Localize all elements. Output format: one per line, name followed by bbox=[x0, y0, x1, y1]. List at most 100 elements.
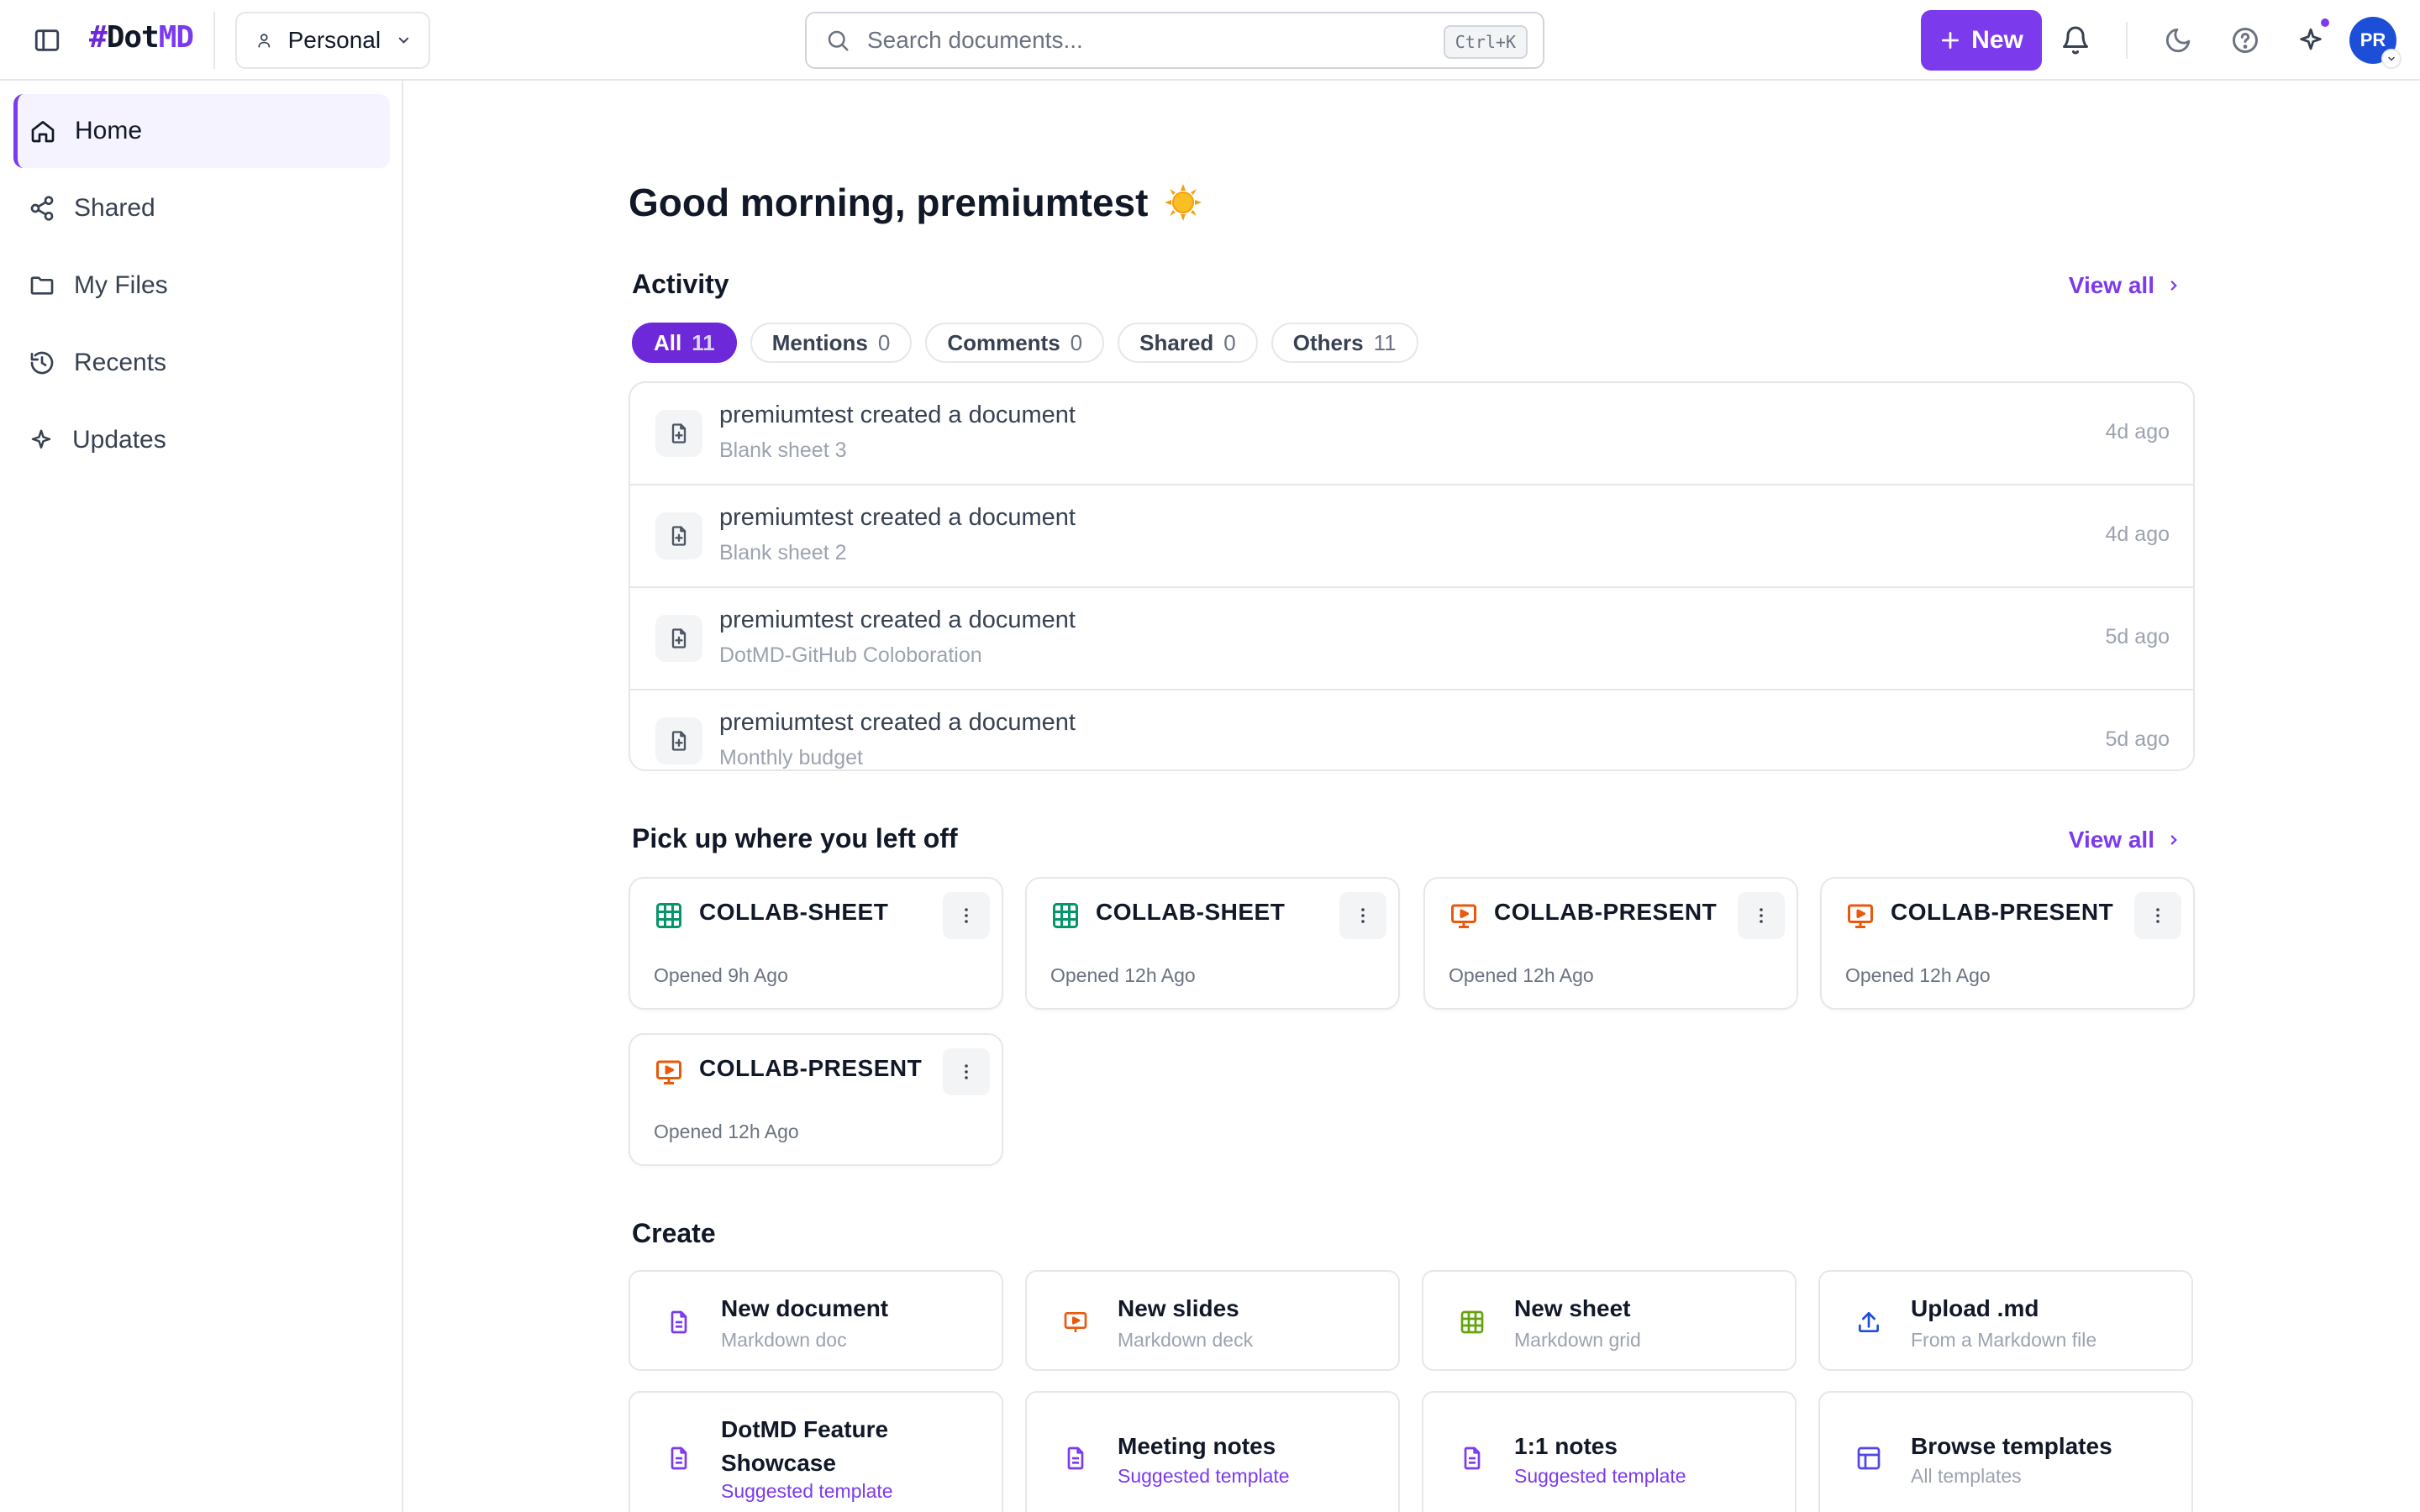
divider bbox=[2126, 22, 2128, 59]
more-options-button[interactable] bbox=[2134, 892, 2181, 939]
search-shortcut-badge: Ctrl+K bbox=[1443, 25, 1528, 59]
search-input[interactable] bbox=[867, 27, 1439, 54]
workspace-switcher[interactable]: Personal bbox=[235, 12, 430, 69]
more-options-button[interactable] bbox=[943, 1048, 990, 1095]
home-icon bbox=[31, 121, 55, 143]
activity-item[interactable]: premiumtest created a document DotMD-Git… bbox=[630, 588, 2193, 690]
activity-doc-name: Blank sheet 2 bbox=[719, 541, 847, 564]
more-vertical-icon bbox=[965, 1064, 968, 1079]
recent-file-opened: Opened 12h Ago bbox=[1845, 964, 1991, 986]
user-icon bbox=[258, 34, 271, 48]
create-card-title: New document bbox=[721, 1295, 889, 1321]
filter-others[interactable]: Others 11 bbox=[1270, 323, 1418, 363]
filter-mentions[interactable]: Mentions 0 bbox=[750, 323, 913, 363]
recent-file-card[interactable]: COLLAB-PRESENT Opened 12h Ago bbox=[629, 1033, 1003, 1166]
bell-icon bbox=[2063, 26, 2088, 55]
sidebar: Home Shared My Files Recents Updates bbox=[0, 81, 403, 1512]
sheet-icon bbox=[656, 903, 681, 928]
filter-all[interactable]: All 11 bbox=[632, 323, 737, 363]
ai-assistant-button[interactable] bbox=[2291, 18, 2331, 60]
browse-templates-button[interactable]: Browse templates All templates bbox=[1818, 1391, 2193, 1512]
create-card-subtitle: From a Markdown file bbox=[1911, 1329, 2097, 1351]
sidebar-item-label: My Files bbox=[74, 271, 168, 299]
filter-comments[interactable]: Comments 0 bbox=[925, 323, 1105, 363]
chevron-right-icon bbox=[2170, 281, 2177, 291]
help-button[interactable] bbox=[2225, 20, 2265, 60]
create-card-title: New slides bbox=[1118, 1295, 1239, 1321]
theme-toggle-button[interactable] bbox=[2158, 20, 2198, 60]
activity-item[interactable]: premiumtest created a document Monthly b… bbox=[630, 690, 2193, 769]
avatar-menu-indicator bbox=[2381, 49, 2402, 69]
folder-icon bbox=[30, 276, 54, 295]
more-options-button[interactable] bbox=[1738, 892, 1785, 939]
more-options-button[interactable] bbox=[1339, 892, 1386, 939]
template-one-on-one-notes-button[interactable]: 1:1 notes Suggested template bbox=[1422, 1391, 1797, 1512]
recent-file-card[interactable]: COLLAB-SHEET Opened 9h Ago bbox=[629, 877, 1003, 1010]
help-icon bbox=[2233, 28, 2258, 53]
share-icon bbox=[30, 196, 54, 221]
activity-view-all-link[interactable]: View all bbox=[2069, 272, 2181, 299]
create-new-sheet-button[interactable]: New sheet Markdown grid bbox=[1422, 1270, 1797, 1371]
document-icon bbox=[664, 1443, 694, 1473]
document-icon bbox=[1457, 1443, 1487, 1473]
activity-time: 5d ago bbox=[2105, 727, 2170, 751]
app-logo[interactable]: #DotMD bbox=[89, 20, 194, 55]
divider bbox=[213, 12, 215, 69]
sidebar-item-updates[interactable]: Updates bbox=[13, 403, 390, 477]
recent-file-opened: Opened 12h Ago bbox=[1449, 964, 1594, 986]
activity-item[interactable]: premiumtest created a document Blank she… bbox=[630, 383, 2193, 486]
new-button[interactable]: New bbox=[1921, 10, 2042, 71]
recent-file-name: COLLAB-PRESENT bbox=[1891, 899, 2114, 925]
document-icon bbox=[664, 1307, 694, 1337]
file-plus-icon bbox=[655, 512, 702, 559]
template-meeting-notes-button[interactable]: Meeting notes Suggested template bbox=[1025, 1391, 1400, 1512]
recent-view-all-link[interactable]: View all bbox=[2069, 827, 2181, 853]
activity-doc-name: DotMD-GitHub Coloboration bbox=[719, 643, 982, 667]
sidebar-item-recents[interactable]: Recents bbox=[13, 326, 390, 400]
filter-shared[interactable]: Shared 0 bbox=[1118, 323, 1258, 363]
sheet-icon bbox=[1457, 1307, 1487, 1337]
presentation-icon bbox=[656, 1060, 681, 1084]
create-card-subtitle: Markdown doc bbox=[721, 1329, 847, 1351]
chevron-down-icon bbox=[398, 37, 409, 44]
activity-filter-pills: All 11 Mentions 0 Comments 0 Shared 0 Others… bbox=[632, 323, 1418, 363]
template-feature-showcase-button[interactable]: DotMD Feature Showcase Suggested templat… bbox=[629, 1391, 1003, 1512]
sidebar-item-home[interactable]: Home bbox=[13, 94, 390, 168]
create-card-subtitle: Markdown deck bbox=[1118, 1329, 1254, 1351]
file-plus-icon bbox=[655, 615, 702, 662]
recent-file-card[interactable]: COLLAB-PRESENT Opened 12h Ago bbox=[1820, 877, 2195, 1010]
recent-file-opened: Opened 9h Ago bbox=[654, 964, 788, 986]
chevron-right-icon bbox=[2170, 835, 2177, 845]
activity-item[interactable]: premiumtest created a document Blank she… bbox=[630, 486, 2193, 588]
recent-file-name: COLLAB-PRESENT bbox=[1494, 899, 1718, 925]
document-icon bbox=[1060, 1443, 1091, 1473]
slides-icon bbox=[1060, 1307, 1091, 1337]
file-plus-icon bbox=[655, 410, 702, 457]
recent-file-opened: Opened 12h Ago bbox=[1050, 964, 1196, 986]
sparkle-icon bbox=[31, 429, 51, 449]
create-new-slides-button[interactable]: New slides Markdown deck bbox=[1025, 1270, 1400, 1371]
sun-icon bbox=[1165, 184, 1202, 221]
avatar[interactable]: PR bbox=[2349, 17, 2402, 69]
activity-time: 4d ago bbox=[2105, 420, 2170, 444]
sidebar-item-shared[interactable]: Shared bbox=[13, 171, 390, 245]
search-bar[interactable]: Ctrl+K bbox=[805, 12, 1544, 69]
recent-file-card[interactable]: COLLAB-PRESENT Opened 12h Ago bbox=[1423, 877, 1798, 1010]
activity-title-text: premiumtest created a document bbox=[719, 606, 1076, 633]
sidebar-toggle-button[interactable] bbox=[30, 24, 64, 57]
create-new-document-button[interactable]: New document Markdown doc bbox=[629, 1270, 1003, 1371]
recent-file-card[interactable]: COLLAB-SHEET Opened 12h Ago bbox=[1025, 877, 1400, 1010]
more-options-button[interactable] bbox=[943, 892, 990, 939]
more-vertical-icon bbox=[1760, 908, 1763, 923]
upload-md-button[interactable]: Upload .md From a Markdown file bbox=[1818, 1270, 2193, 1371]
sidebar-item-my-files[interactable]: My Files bbox=[13, 249, 390, 323]
notifications-button[interactable] bbox=[2055, 20, 2096, 60]
activity-doc-name: Blank sheet 3 bbox=[719, 438, 847, 462]
create-card-title: 1:1 notes bbox=[1514, 1433, 1618, 1459]
top-bar: #DotMD Personal Ctrl+K New PR bbox=[0, 0, 2420, 81]
recent-file-name: COLLAB-SHEET bbox=[1096, 899, 1286, 925]
chevron-down-icon bbox=[2388, 56, 2395, 61]
activity-list: premiumtest created a document Blank she… bbox=[629, 381, 2195, 771]
more-vertical-icon bbox=[1361, 908, 1365, 923]
create-card-title: DotMD Feature Showcase bbox=[721, 1416, 889, 1476]
